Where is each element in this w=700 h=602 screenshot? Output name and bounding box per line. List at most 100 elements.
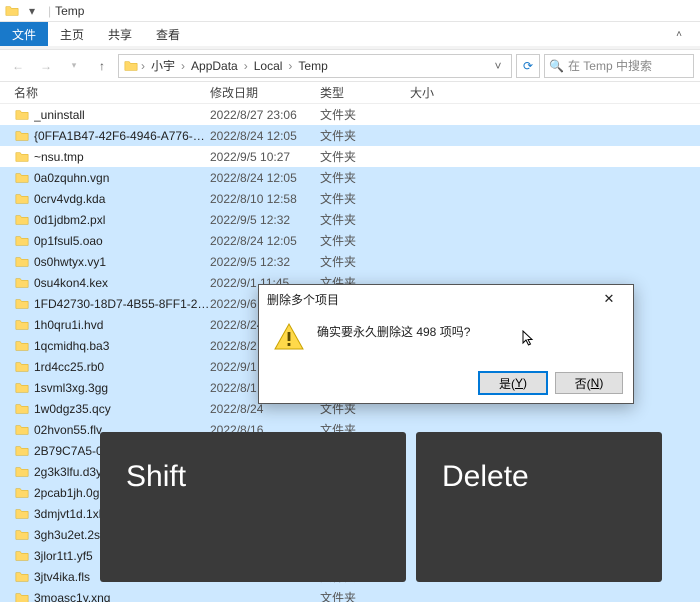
- keycap-delete-label: Delete: [442, 460, 529, 494]
- yes-button[interactable]: 是(Y): [479, 372, 547, 394]
- folder-icon: [14, 380, 30, 396]
- no-label-pre: 否(: [575, 375, 591, 392]
- folder-icon: [14, 107, 30, 123]
- file-type: 文件夹: [320, 106, 410, 123]
- keycap-delete: Delete: [416, 432, 662, 582]
- file-type: 文件夹: [320, 169, 410, 186]
- file-date: 2022/8/24 12:05: [210, 234, 320, 248]
- breadcrumb-segment[interactable]: AppData: [187, 59, 242, 73]
- table-row[interactable]: {0FFA1B47-42F6-4946-A776-2CA55EC...2022/…: [0, 125, 700, 146]
- breadcrumb-segment[interactable]: 小宇: [147, 57, 179, 74]
- table-row[interactable]: 0s0hwtyx.vy12022/9/5 12:32文件夹: [0, 251, 700, 272]
- header-date[interactable]: 修改日期: [210, 84, 320, 101]
- folder-icon: [14, 170, 30, 186]
- file-name: 1qcmidhq.ba3: [34, 339, 210, 353]
- file-name: 1h0qru1i.hvd: [34, 318, 210, 332]
- header-size[interactable]: 大小: [410, 84, 470, 101]
- refresh-button[interactable]: ⟳: [516, 54, 540, 78]
- up-button[interactable]: ↑: [90, 54, 114, 78]
- table-row[interactable]: 0p1fsul5.oao2022/8/24 12:05文件夹: [0, 230, 700, 251]
- folder-icon: [14, 296, 30, 312]
- chevron-right-icon[interactable]: ›: [288, 59, 292, 73]
- header-name[interactable]: 名称: [0, 84, 210, 101]
- file-name: 0p1fsul5.oao: [34, 234, 210, 248]
- table-row[interactable]: 0crv4vdg.kda2022/8/10 12:58文件夹: [0, 188, 700, 209]
- search-input[interactable]: 🔍 在 Temp 中搜索: [544, 54, 694, 78]
- folder-icon: [14, 464, 30, 480]
- tab-view[interactable]: 查看: [144, 22, 192, 46]
- dialog-titlebar: 删除多个项目 ✕: [259, 285, 633, 313]
- breadcrumb-segment[interactable]: Temp: [294, 59, 331, 73]
- chevron-up-icon: ˄: [676, 29, 682, 40]
- chevron-right-icon[interactable]: ›: [244, 59, 248, 73]
- window-titlebar: ▾ | Temp: [0, 0, 700, 22]
- ribbon-collapse[interactable]: ˄: [676, 22, 700, 46]
- no-hotkey: N: [591, 376, 600, 390]
- header-type[interactable]: 类型: [320, 84, 410, 101]
- yes-label-post: ): [523, 376, 527, 390]
- folder-icon: [14, 233, 30, 249]
- folder-icon: [14, 548, 30, 564]
- qat-icon[interactable]: ▾: [24, 3, 40, 19]
- folder-icon: [123, 58, 139, 74]
- dialog-title: 删除多个项目: [267, 291, 339, 308]
- file-name: ~nsu.tmp: [34, 150, 210, 164]
- file-type: 文件夹: [320, 190, 410, 207]
- address-dropdown[interactable]: ˅: [489, 59, 507, 73]
- folder-icon: [14, 212, 30, 228]
- folder-icon: [14, 128, 30, 144]
- ribbon-tabs: 文件 主页 共享 查看 ˄: [0, 22, 700, 46]
- no-button[interactable]: 否(N): [555, 372, 623, 394]
- tab-file[interactable]: 文件: [0, 22, 48, 46]
- file-type: 文件夹: [320, 253, 410, 270]
- keycap-shift: Shift: [100, 432, 406, 582]
- no-label-post: ): [599, 376, 603, 390]
- separator: |: [48, 4, 51, 18]
- folder-icon: [14, 527, 30, 543]
- folder-icon: [14, 569, 30, 585]
- dialog-message: 确实要永久删除这 498 项吗?: [317, 321, 470, 340]
- table-row[interactable]: _uninstall2022/8/27 23:06文件夹: [0, 104, 700, 125]
- recent-dropdown[interactable]: ▾: [62, 54, 86, 78]
- folder-icon: [14, 338, 30, 354]
- file-name: 1rd4cc25.rb0: [34, 360, 210, 374]
- folder-icon: [14, 191, 30, 207]
- back-button[interactable]: ←: [6, 54, 30, 78]
- column-headers: 名称 修改日期 类型 大小: [0, 82, 700, 104]
- tab-home[interactable]: 主页: [48, 22, 96, 46]
- table-row[interactable]: ~nsu.tmp2022/9/5 10:27文件夹: [0, 146, 700, 167]
- file-name: 1FD42730-18D7-4B55-8FF1-21CB1C9...: [34, 297, 210, 311]
- chevron-right-icon[interactable]: ›: [181, 59, 185, 73]
- folder-icon: [14, 485, 30, 501]
- close-button[interactable]: ✕: [593, 287, 625, 311]
- folder-icon: [14, 275, 30, 291]
- file-date: 2022/9/5 12:32: [210, 255, 320, 269]
- folder-icon: [14, 317, 30, 333]
- folder-icon: [14, 422, 30, 438]
- address-bar[interactable]: › 小宇 › AppData › Local › Temp ˅: [118, 54, 512, 78]
- folder-icon: [14, 254, 30, 270]
- file-name: {0FFA1B47-42F6-4946-A776-2CA55EC...: [34, 129, 210, 143]
- file-type: 文件夹: [320, 232, 410, 249]
- keycap-shift-label: Shift: [126, 460, 186, 494]
- file-date: 2022/8/24 12:05: [210, 129, 320, 143]
- file-type: 文件夹: [320, 127, 410, 144]
- tab-share[interactable]: 共享: [96, 22, 144, 46]
- search-icon: 🔍: [549, 59, 564, 73]
- table-row[interactable]: 0d1jdbm2.pxl2022/9/5 12:32文件夹: [0, 209, 700, 230]
- file-type: 文件夹: [320, 148, 410, 165]
- table-row[interactable]: 0a0zquhn.vgn2022/8/24 12:05文件夹: [0, 167, 700, 188]
- file-date: 2022/8/24 12:05: [210, 171, 320, 185]
- table-row[interactable]: 3moasc1y.xnq文件夹: [0, 587, 700, 602]
- file-name: 0a0zquhn.vgn: [34, 171, 210, 185]
- file-date: 2022/9/5 10:27: [210, 150, 320, 164]
- file-date: 2022/8/10 12:58: [210, 192, 320, 206]
- delete-dialog: 删除多个项目 ✕ 确实要永久删除这 498 项吗? 是(Y) 否(N): [258, 284, 634, 404]
- forward-button[interactable]: →: [34, 54, 58, 78]
- file-name: 1w0dgz35.qcy: [34, 402, 210, 416]
- breadcrumb-segment[interactable]: Local: [250, 59, 287, 73]
- chevron-right-icon[interactable]: ›: [141, 59, 145, 73]
- yes-label-pre: 是(: [499, 375, 515, 392]
- yes-hotkey: Y: [515, 376, 523, 390]
- search-placeholder: 在 Temp 中搜索: [568, 57, 652, 74]
